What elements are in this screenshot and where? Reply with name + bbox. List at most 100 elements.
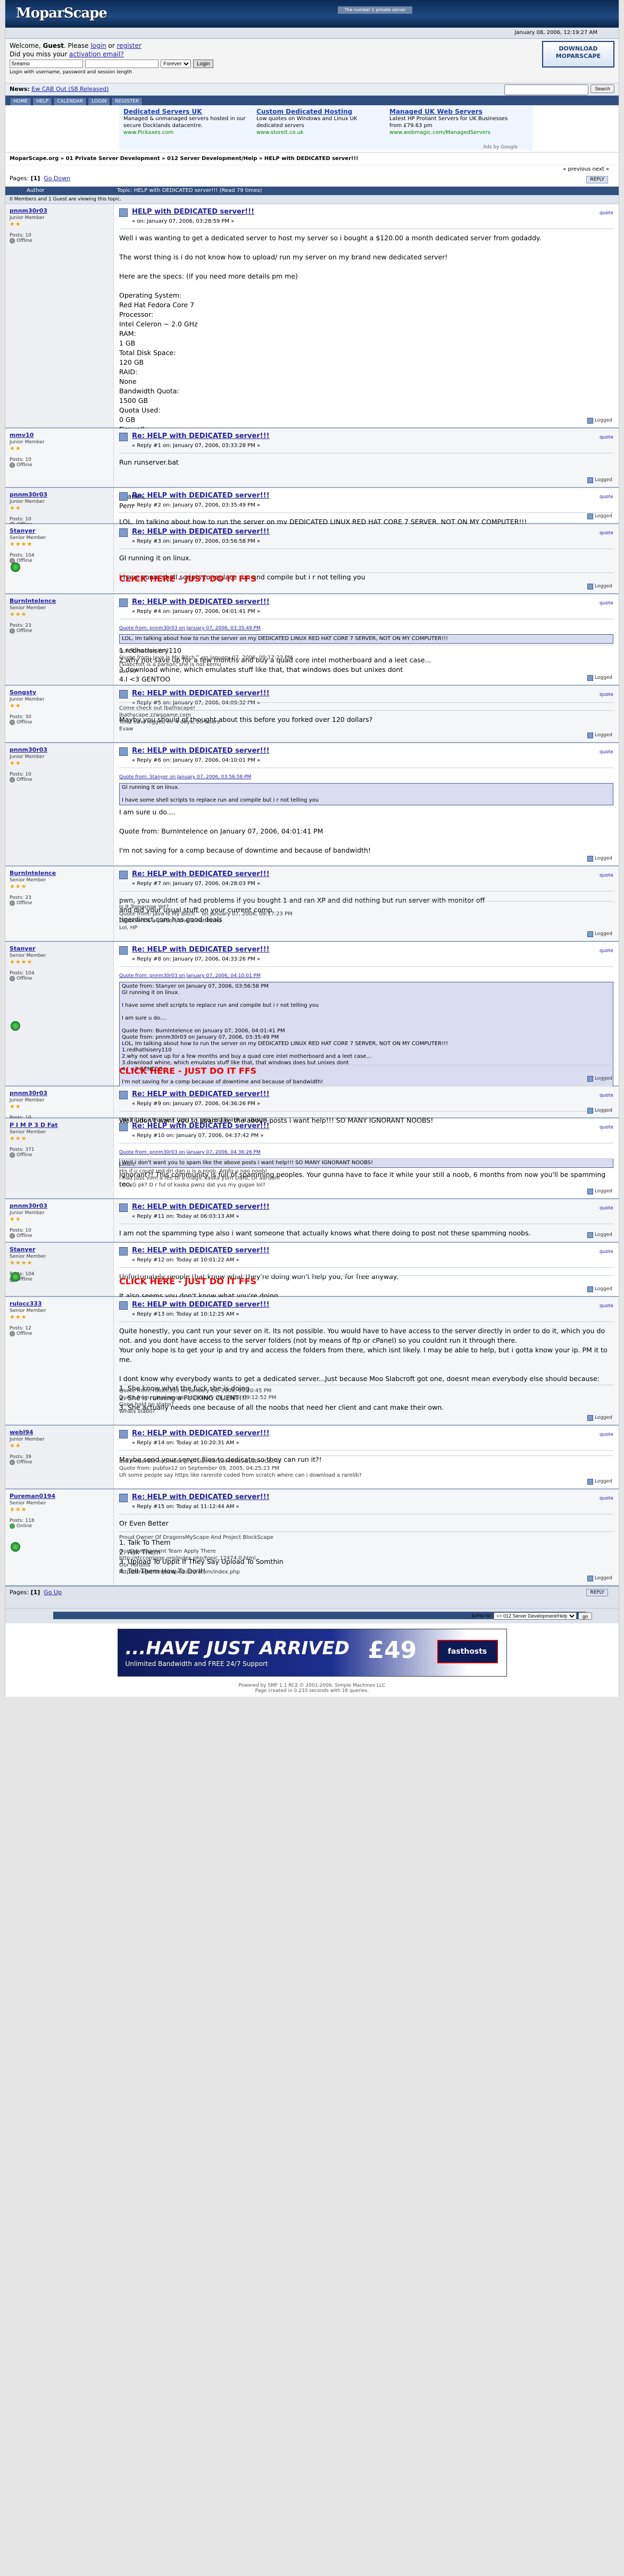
search-button[interactable]: Search — [590, 85, 614, 93]
quote-button[interactable]: quote — [600, 208, 613, 218]
post-title-link[interactable]: Re: HELP with DEDICATED server!!! — [132, 1246, 270, 1256]
quote-header[interactable]: Quote from: pnnm30r03 on January 07, 200… — [119, 971, 613, 981]
post-title-link[interactable]: Re: HELP with DEDICATED server!!! — [132, 689, 270, 698]
author-name[interactable]: pnnm30r03 — [10, 746, 109, 753]
quote-button[interactable]: quote — [600, 1203, 613, 1213]
quote-header[interactable]: Quote from: pnnm30r03 on January 07, 200… — [119, 1148, 613, 1157]
post-title-link[interactable]: Re: HELP with DEDICATED server!!! — [132, 491, 270, 501]
go-down-link[interactable]: Go Down — [44, 175, 70, 182]
post-title-link[interactable]: Re: HELP with DEDICATED server!!! — [132, 870, 270, 879]
author-name[interactable]: rulocc333 — [10, 1300, 109, 1307]
post-title-link[interactable]: Re: HELP with DEDICATED server!!! — [132, 746, 270, 756]
post-title-link[interactable]: Re: HELP with DEDICATED server!!! — [132, 597, 270, 607]
quote-button[interactable]: quote — [600, 599, 613, 608]
fasthosts-banner-ad[interactable]: ...HAVE JUST ARRIVED Unlimited Bandwidth… — [117, 1629, 507, 1677]
author-name[interactable]: BurnIntelence — [10, 870, 109, 877]
ad-url[interactable]: www.storeit.co.uk — [256, 129, 379, 136]
ad-title[interactable]: Managed UK Web Servers — [389, 108, 512, 115]
quote-button[interactable]: quote — [600, 747, 613, 757]
ad-url[interactable]: www.Pickaxes.com — [123, 129, 246, 136]
quote-button[interactable]: quote — [600, 1091, 613, 1100]
post-title-link[interactable]: Re: HELP with DEDICATED server!!! — [132, 1429, 270, 1438]
author-rank: Junior Member — [10, 754, 45, 760]
post-title-link[interactable]: Re: HELP with DEDICATED server!!! — [132, 1122, 270, 1131]
menu-calendar[interactable]: CALENDAR — [53, 97, 87, 105]
current-page[interactable]: [1] — [31, 175, 40, 182]
ad-url[interactable]: www.webmagic.com/ManagedServers — [389, 129, 512, 136]
post-title-link[interactable]: Re: HELP with DEDICATED server!!! — [132, 432, 270, 441]
login-link[interactable]: login — [90, 42, 106, 49]
menu-login[interactable]: LOGIN — [88, 97, 111, 105]
ad-title[interactable]: Dedicated Servers UK — [123, 108, 246, 115]
ad-item[interactable]: Custom Dedicated Hosting Low quotes on W… — [256, 108, 379, 136]
author-name[interactable]: mmv10 — [10, 432, 109, 439]
author-name[interactable]: Pureman0194 — [10, 1493, 109, 1500]
signature-link[interactable]: CLICK HERE - JUST DO IT FFS — [119, 1276, 256, 1286]
quote-button[interactable]: quote — [600, 1430, 613, 1439]
quote-header[interactable]: Quote from: Stanyer on January 07, 2006,… — [119, 772, 613, 782]
news-link[interactable]: Ew CAB Out (S8 Released) — [31, 86, 109, 92]
post-title-link[interactable]: Re: HELP with DEDICATED server!!! — [132, 1493, 270, 1502]
current-page[interactable]: [1] — [31, 1589, 40, 1596]
go-up-link[interactable]: Go Up — [44, 1589, 62, 1596]
quote-button[interactable]: quote — [600, 871, 613, 880]
jump-go-button[interactable]: go — [578, 1612, 592, 1620]
signature-link[interactable]: CLICK HERE - JUST DO IT FFS — [119, 1066, 256, 1076]
menu-help[interactable]: HELP — [32, 97, 53, 105]
author-name[interactable]: BurnIntelence — [10, 597, 109, 604]
session-length-select[interactable]: Forever — [161, 60, 191, 68]
author-name[interactable]: pnnm30r03 — [10, 1090, 109, 1097]
ads-by-google[interactable]: Ads by Google — [483, 145, 518, 150]
reply-button-top[interactable]: REPLY — [586, 176, 608, 183]
ad-title[interactable]: Custom Dedicated Hosting — [256, 108, 379, 115]
post-title-link[interactable]: Re: HELP with DEDICATED server!!! — [132, 1090, 270, 1099]
jump-to-select[interactable]: => 012 Server Development/Help — [493, 1612, 577, 1620]
logged-label: Logged — [594, 1076, 612, 1081]
footer-powered-by[interactable]: Powered by SMF 1.1 RC2 © 2001-2006, Simp… — [5, 1683, 619, 1688]
post-title-link[interactable]: Re: HELP with DEDICATED server!!! — [132, 1300, 270, 1310]
post-title-link[interactable]: Re: HELP with DEDICATED server!!! — [132, 1202, 270, 1212]
search-input[interactable] — [504, 85, 589, 95]
post-title-link[interactable]: Re: HELP with DEDICATED server!!! — [132, 945, 270, 955]
quote-button[interactable]: quote — [600, 1494, 613, 1503]
author-rank: Junior Member — [10, 697, 45, 702]
signature-link[interactable]: CLICK HERE - JUST DO IT FFS — [119, 574, 256, 584]
ad-item[interactable]: Dedicated Servers UK Managed & unmanaged… — [123, 108, 246, 136]
author-name[interactable]: Stanyer — [10, 527, 109, 534]
author-name[interactable]: Songsty — [10, 689, 109, 696]
password-input[interactable] — [85, 60, 159, 68]
author-name[interactable]: pnnm30r03 — [10, 207, 109, 214]
post-title-link[interactable]: Re: HELP with DEDICATED server!!! — [132, 527, 270, 537]
author-rank: Senior Member — [10, 1308, 46, 1314]
author-name[interactable]: Stanyer — [10, 945, 109, 952]
post-title-link[interactable]: HELP with DEDICATED server!!! — [132, 207, 254, 217]
username-input[interactable] — [10, 60, 83, 68]
author-rank: Senior Member — [10, 1254, 46, 1259]
quote-button[interactable]: quote — [600, 1123, 613, 1132]
quote-button[interactable]: quote — [600, 1247, 613, 1257]
activation-link[interactable]: activation email? — [69, 50, 124, 58]
download-moparscape-button[interactable]: DOWNLOAD MOPARSCAPE — [542, 41, 614, 68]
quote-header[interactable]: Quote from: pnnm30r03 on January 07, 200… — [119, 624, 613, 633]
quote-button[interactable]: quote — [600, 433, 613, 442]
breadcrumb[interactable]: MoparScape.org » 01 Private Server Devel… — [5, 153, 619, 165]
login-button[interactable]: Login — [193, 60, 214, 68]
author-name[interactable]: P I M P 3 D Fat — [10, 1122, 109, 1129]
quote-button[interactable]: quote — [600, 690, 613, 700]
author-name[interactable]: pnnm30r03 — [10, 1202, 109, 1209]
author-name[interactable]: Stanyer — [10, 1246, 109, 1253]
menu-home[interactable]: HOME — [10, 97, 32, 105]
ad-item[interactable]: Managed UK Web Servers Latest HP Prolian… — [389, 108, 512, 136]
register-link[interactable]: register — [117, 42, 141, 49]
author-post-count: Posts: 23 — [10, 623, 31, 628]
menu-register[interactable]: REGISTER — [111, 97, 143, 105]
quote-button[interactable]: quote — [600, 528, 613, 538]
prev-next-links[interactable]: « previous next » — [563, 166, 609, 172]
quote-button[interactable]: quote — [600, 946, 613, 956]
reply-button-bottom[interactable]: REPLY — [586, 1589, 608, 1596]
quote-button[interactable]: quote — [600, 1301, 613, 1311]
quote-button[interactable]: quote — [600, 492, 613, 502]
author-name[interactable]: pnnm30r03 — [10, 491, 109, 498]
author-name[interactable]: webl94 — [10, 1429, 109, 1436]
site-logo[interactable]: MoparScape — [16, 5, 107, 21]
